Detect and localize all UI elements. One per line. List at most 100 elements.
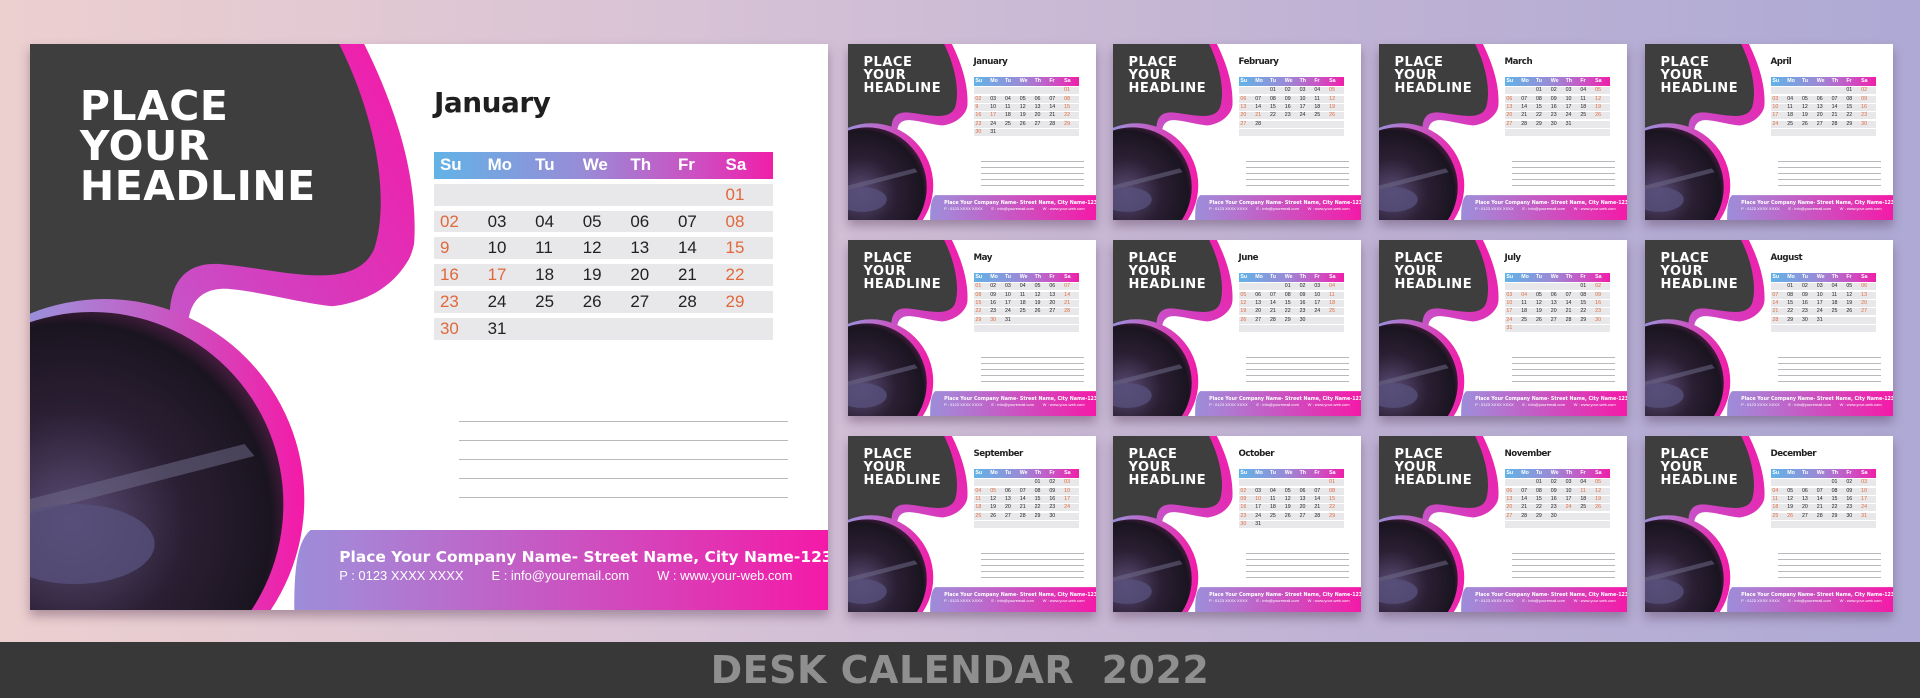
day-cell[interactable]: 26 <box>1285 513 1300 520</box>
day-cell[interactable]: 29 <box>1580 317 1595 324</box>
day-cell[interactable]: 22 <box>1285 308 1300 315</box>
day-cell[interactable]: 24 <box>488 291 536 313</box>
day-cell[interactable]: 22 <box>1035 504 1050 511</box>
day-cell[interactable]: 30 <box>1802 317 1817 324</box>
day-cell[interactable]: 28 <box>1255 121 1270 128</box>
day-cell[interactable]: 04 <box>1787 96 1802 103</box>
day-cell[interactable]: 26 <box>583 291 631 313</box>
day-cell[interactable]: 21 <box>678 264 726 286</box>
day-cell[interactable]: 22 <box>1787 308 1802 315</box>
day-cell[interactable]: 26 <box>1020 121 1035 128</box>
day-cell[interactable]: 20 <box>1551 308 1566 315</box>
day-cell[interactable]: 11 <box>535 237 583 259</box>
day-cell[interactable]: 05 <box>1536 292 1551 299</box>
day-cell[interactable]: 31 <box>1566 121 1581 128</box>
day-cell[interactable]: 25 <box>1329 308 1344 315</box>
day-cell[interactable]: 14 <box>1270 300 1285 307</box>
day-cell[interactable]: 24 <box>1005 308 1020 315</box>
day-cell[interactable]: 25 <box>1580 504 1595 511</box>
day-cell[interactable]: 09 <box>1240 496 1255 503</box>
day-cell[interactable]: 10 <box>1300 96 1315 103</box>
day-cell[interactable]: 09 <box>1595 292 1610 299</box>
day-cell[interactable]: 12 <box>1329 96 1344 103</box>
day-cell[interactable]: 30 <box>1300 317 1315 324</box>
day-cell[interactable]: 19 <box>1020 112 1035 119</box>
day-cell[interactable]: 08 <box>975 292 990 299</box>
day-cell[interactable]: 31 <box>488 318 536 340</box>
day-cell[interactable]: 06 <box>1506 488 1521 495</box>
day-cell[interactable]: 03 <box>990 96 1005 103</box>
day-cell[interactable]: 31 <box>1255 521 1270 528</box>
day-cell[interactable]: 25 <box>1832 308 1847 315</box>
day-cell[interactable]: 18 <box>1832 300 1847 307</box>
day-cell[interactable]: 05 <box>583 211 631 233</box>
day-cell[interactable]: 07 <box>1020 488 1035 495</box>
day-cell[interactable]: 11 <box>1580 96 1595 103</box>
featured-month-card[interactable]: PLACE YOUR HEADLINE January Su Mo Tu We Th Fr Sa… <box>30 44 828 610</box>
day-cell[interactable]: 01 <box>975 283 990 290</box>
day-cell[interactable]: 17 <box>1566 104 1581 111</box>
day-cell[interactable]: 20 <box>1240 112 1255 119</box>
day-cell[interactable]: 30 <box>1049 513 1064 520</box>
day-cell[interactable]: 13 <box>1255 300 1270 307</box>
day-cell[interactable]: 02 <box>1861 87 1876 94</box>
day-cell[interactable]: 19 <box>990 504 1005 511</box>
day-cell[interactable]: 10 <box>1255 496 1270 503</box>
day-cell[interactable]: 14 <box>1314 496 1329 503</box>
day-cell[interactable]: 03 <box>1566 87 1581 94</box>
day-cell[interactable]: 13 <box>1861 292 1876 299</box>
day-cell[interactable]: 23 <box>1240 513 1255 520</box>
day-cell[interactable]: 20 <box>1049 300 1064 307</box>
day-cell[interactable]: 13 <box>1240 104 1255 111</box>
month-card-april[interactable]: PLACE YOUR HEADLINE April Su Mo Tu We Th Fr Sa 01… <box>1645 44 1893 220</box>
day-cell[interactable]: 13 <box>1802 496 1817 503</box>
day-cell[interactable]: 16 <box>440 264 488 286</box>
day-cell[interactable]: 12 <box>1240 300 1255 307</box>
day-cell[interactable]: 04 <box>1521 292 1536 299</box>
day-cell[interactable]: 06 <box>1506 96 1521 103</box>
day-cell[interactable]: 19 <box>583 264 631 286</box>
day-cell[interactable]: 18 <box>1580 496 1595 503</box>
day-cell[interactable]: 07 <box>1255 96 1270 103</box>
day-cell[interactable]: 05 <box>1240 292 1255 299</box>
day-cell[interactable]: 13 <box>1300 496 1315 503</box>
day-cell[interactable]: 30 <box>1595 317 1610 324</box>
day-cell[interactable]: 24 <box>1566 112 1581 119</box>
day-cell[interactable]: 21 <box>1314 504 1329 511</box>
day-cell[interactable]: 27 <box>1240 121 1255 128</box>
day-cell[interactable]: 10 <box>488 237 536 259</box>
day-cell[interactable]: 01 <box>1536 479 1551 486</box>
day-cell[interactable]: 08 <box>1270 96 1285 103</box>
day-cell[interactable]: 17 <box>1300 104 1315 111</box>
day-cell[interactable]: 17 <box>1005 300 1020 307</box>
day-cell[interactable]: 16 <box>990 300 1005 307</box>
day-cell[interactable]: 02 <box>1049 479 1064 486</box>
day-cell[interactable]: 15 <box>1787 300 1802 307</box>
day-cell[interactable]: 27 <box>1551 317 1566 324</box>
day-cell[interactable]: 08 <box>1064 96 1079 103</box>
day-cell[interactable]: 22 <box>1329 504 1344 511</box>
day-cell[interactable]: 06 <box>1802 488 1817 495</box>
day-cell[interactable]: 29 <box>1536 121 1551 128</box>
day-cell[interactable]: 20 <box>1861 300 1876 307</box>
day-cell[interactable]: 08 <box>1329 488 1344 495</box>
day-cell[interactable]: 05 <box>1020 96 1035 103</box>
day-cell[interactable]: 17 <box>1817 300 1832 307</box>
day-cell[interactable]: 15 <box>726 237 774 259</box>
day-cell[interactable]: 08 <box>1846 96 1861 103</box>
day-cell[interactable]: 03 <box>1772 96 1787 103</box>
day-cell[interactable]: 30 <box>975 129 990 136</box>
day-cell[interactable]: 10 <box>990 104 1005 111</box>
day-cell[interactable]: 13 <box>1817 104 1832 111</box>
day-cell[interactable]: 28 <box>1832 121 1847 128</box>
day-cell[interactable]: 31 <box>1506 325 1521 332</box>
day-cell[interactable]: 21 <box>1049 112 1064 119</box>
day-cell[interactable]: 19 <box>1802 112 1817 119</box>
day-cell[interactable]: 12 <box>583 237 631 259</box>
month-card-march[interactable]: PLACE YOUR HEADLINE March Su Mo Tu We Th Fr Sa 01… <box>1379 44 1627 220</box>
day-cell[interactable]: 17 <box>1861 496 1876 503</box>
day-cell[interactable]: 27 <box>1035 121 1050 128</box>
day-cell[interactable]: 23 <box>440 291 488 313</box>
day-cell[interactable]: 15 <box>1270 104 1285 111</box>
day-cell[interactable]: 23 <box>1595 308 1610 315</box>
